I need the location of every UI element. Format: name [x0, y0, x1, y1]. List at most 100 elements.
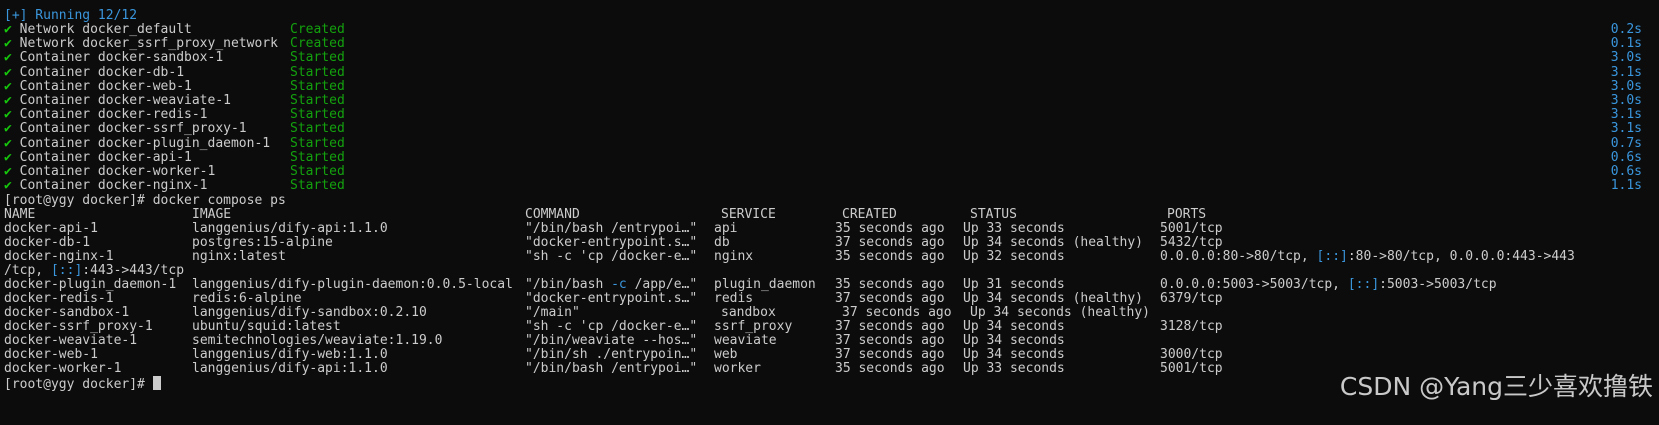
checkmark-icon: ✔ — [4, 50, 12, 66]
cell-image: langgenius/dify-sandbox:0.2.10 — [192, 305, 427, 320]
cell-status: Up 33 seconds — [963, 361, 1065, 376]
event-state: Started — [290, 149, 345, 165]
cell-service: api — [714, 221, 738, 236]
compose-event-row: ✔ Container docker-plugin_daemon-1 — [4, 136, 270, 151]
cell-command: "sh -c 'cp /docker-e…" — [525, 249, 698, 264]
cell-ports: 6379/tcp — [1160, 291, 1223, 306]
cell-image: langgenius/dify-api:1.1.0 — [192, 361, 388, 376]
checkmark-icon: ✔ — [4, 93, 12, 108]
event-resource-name: Network docker_default — [19, 22, 192, 37]
cell-service: redis — [714, 291, 754, 306]
cell-ports: 0.0.0.0:5003->5003/tcp, [::]:5003->5003/… — [1160, 277, 1497, 292]
cell-ports: 3000/tcp — [1160, 347, 1223, 362]
terminal-window[interactable]: [+] Running 12/12 ✔ Network docker_defau… — [0, 0, 1659, 425]
event-duration: 0.7s — [1610, 135, 1642, 151]
text-cursor — [152, 376, 161, 390]
cell-name: docker-redis-1 — [4, 291, 114, 306]
event-resource-name: Container docker-db-1 — [19, 64, 185, 80]
event-resource-name: Container docker-weaviate-1 — [19, 93, 231, 108]
compose-event-row: ✔ Container docker-worker-1 — [4, 164, 215, 179]
event-state: Started — [290, 50, 345, 66]
event-resource-name: Container docker-ssrf_proxy-1 — [19, 121, 247, 137]
cell-created: 37 seconds ago — [835, 291, 945, 306]
compose-event-row: ✔ Container docker-nginx-1 — [4, 178, 208, 193]
event-duration: 3.0s — [1610, 50, 1642, 66]
cell-command: "/bin/bash /entrypoi…" — [525, 361, 698, 376]
cell-image: langgenius/dify-api:1.1.0 — [192, 221, 388, 236]
event-state: Started — [290, 178, 345, 194]
cell-name: docker-api-1 — [4, 221, 98, 236]
event-duration: 0.6s — [1610, 149, 1642, 165]
cell-command: "/bin/bash /entrypoi…" — [525, 221, 698, 236]
cell-created: 37 seconds ago — [835, 319, 945, 334]
event-state: Created — [290, 22, 345, 37]
compose-event-row: ✔ Container docker-sandbox-1 — [4, 50, 223, 65]
cell-service: nginx — [714, 249, 754, 264]
cell-name: docker-nginx-1 — [4, 249, 114, 264]
event-state: Started — [290, 64, 345, 80]
watermark-text: CSDN @Yang三少喜欢撸铁 — [1339, 372, 1653, 401]
cell-status: Up 34 seconds — [963, 333, 1065, 348]
cell-status: Up 34 seconds — [963, 319, 1065, 334]
cell-ports: 5001/tcp — [1160, 221, 1223, 236]
checkmark-icon: ✔ — [4, 135, 12, 151]
col-header-image: IMAGE — [192, 207, 232, 222]
input-line[interactable]: [root@ygy docker]# — [4, 376, 161, 392]
cell-command: "docker-entrypoint.s…" — [525, 291, 698, 306]
cell-name: docker-db-1 — [4, 235, 91, 250]
event-duration: 1.1s — [1610, 178, 1642, 194]
compose-event-row: ✔ Network docker_ssrf_proxy_network — [4, 36, 278, 51]
compose-event-row: ✔ Container docker-ssrf_proxy-1 — [4, 121, 247, 136]
compose-event-row: ✔ Container docker-web-1 — [4, 79, 192, 94]
cell-service: plugin_daemon — [714, 277, 816, 292]
cell-status: Up 31 seconds — [963, 277, 1065, 292]
cell-created: 35 seconds ago — [835, 277, 945, 292]
cell-image: langgenius/dify-plugin-daemon:0.0.5-loca… — [192, 277, 513, 292]
cell-service: db — [714, 235, 730, 250]
event-duration: 0.2s — [1610, 22, 1642, 37]
col-header-command: COMMAND — [525, 207, 580, 222]
cell-image: redis:6-alpine — [192, 291, 302, 306]
cell-ports: 5432/tcp — [1160, 235, 1223, 250]
event-state: Started — [290, 121, 345, 137]
event-state: Started — [290, 107, 345, 123]
cell-command: "/bin/bash -c /app/e…" — [525, 277, 698, 292]
cell-command: "sh -c 'cp /docker-e…" — [525, 319, 698, 334]
checkmark-icon: ✔ — [4, 121, 12, 137]
cell-name: docker-sandbox-1 — [4, 305, 130, 320]
cell-created: 37 seconds ago — [842, 305, 952, 320]
cell-service: sandbox — [721, 305, 776, 320]
checkmark-icon: ✔ — [4, 78, 12, 94]
event-duration: 3.0s — [1610, 93, 1642, 108]
event-resource-name: Container docker-api-1 — [19, 149, 192, 165]
cell-created: 35 seconds ago — [835, 221, 945, 236]
checkmark-icon: ✔ — [4, 149, 12, 165]
cell-status: Up 33 seconds — [963, 221, 1065, 236]
cell-created: 37 seconds ago — [835, 235, 945, 250]
event-duration: 3.1s — [1610, 107, 1642, 123]
compose-event-row: ✔ Container docker-db-1 — [4, 65, 184, 80]
checkmark-icon: ✔ — [4, 64, 12, 80]
event-state: Started — [290, 78, 345, 94]
event-resource-name: Container docker-worker-1 — [19, 164, 216, 179]
cell-image: langgenius/dify-web:1.1.0 — [192, 347, 388, 362]
shell-prompt: [root@ygy docker]# — [4, 193, 153, 208]
cell-service: web — [714, 347, 738, 362]
event-state: Started — [290, 164, 345, 179]
col-header-created: CREATED — [842, 207, 897, 222]
cell-image: postgres:15-alpine — [192, 235, 333, 250]
checkmark-icon: ✔ — [4, 164, 12, 179]
event-state: Created — [290, 36, 345, 52]
cell-image: semitechnologies/weaviate:1.19.0 — [192, 333, 443, 348]
command-line: [root@ygy docker]# docker compose ps — [4, 193, 286, 208]
cell-created: 37 seconds ago — [835, 347, 945, 362]
cell-name: docker-web-1 — [4, 347, 98, 362]
cell-service: worker — [714, 361, 761, 376]
checkmark-icon: ✔ — [4, 178, 12, 194]
event-duration: 3.1s — [1610, 64, 1642, 80]
compose-event-row: ✔ Container docker-redis-1 — [4, 107, 208, 122]
event-resource-name: Container docker-web-1 — [19, 78, 192, 94]
cell-status: Up 32 seconds — [963, 249, 1065, 264]
event-duration: 0.6s — [1610, 164, 1642, 179]
col-header-status: STATUS — [970, 207, 1017, 222]
